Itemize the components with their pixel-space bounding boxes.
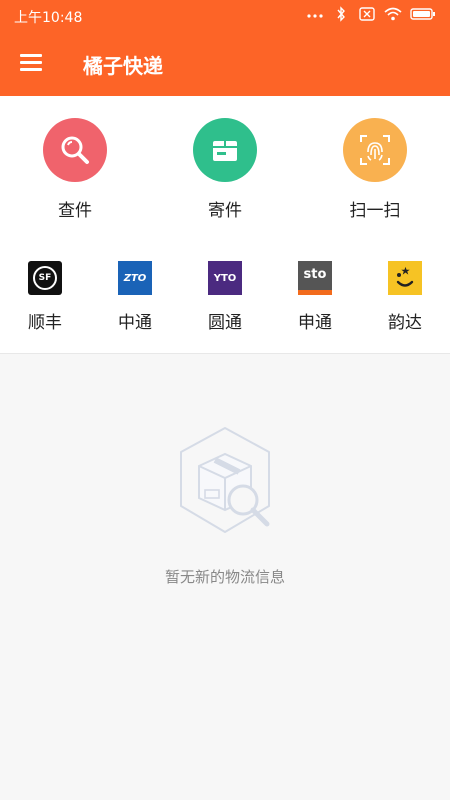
query-button[interactable]: 查件 [20, 118, 130, 228]
sf-logo-text: SF [33, 266, 57, 290]
app-bar: 橘子快递 [0, 32, 450, 96]
sto-logo-icon: sto [298, 261, 332, 295]
dots-icon [307, 14, 323, 18]
sim-icon [359, 7, 375, 21]
courier-sto-label: 申通 [298, 313, 332, 333]
sf-logo-icon: SF [28, 261, 62, 295]
sto-logo-text: sto [303, 266, 327, 282]
yto-logo-icon: YTO [208, 261, 242, 295]
yunda-smile-logo-icon [388, 261, 422, 295]
empty-box-search-icon [180, 427, 270, 533]
battery-icon [410, 8, 435, 20]
quick-actions-panel: 查件 寄件 扫一扫 SF 顺丰 ZTO 中通 YTO 圆通 sto 申通 韵达 [0, 96, 450, 354]
courier-zto[interactable]: ZTO 中通 [95, 261, 175, 333]
menu-icon[interactable] [20, 52, 44, 74]
package-icon [193, 118, 257, 182]
wifi-icon [384, 7, 402, 21]
status-time: 上午10:48 [14, 10, 83, 26]
courier-sf-label: 顺丰 [28, 313, 62, 333]
fingerprint-scan-icon [343, 118, 407, 182]
courier-yunda[interactable]: 韵达 [365, 261, 445, 333]
top-bar: 上午10:48 橘子快递 [0, 0, 450, 96]
courier-sf[interactable]: SF 顺丰 [5, 261, 85, 333]
yto-logo-text: YTO [213, 272, 237, 284]
send-button[interactable]: 寄件 [170, 118, 280, 228]
send-label: 寄件 [208, 201, 242, 221]
courier-yunda-label: 韵达 [388, 313, 422, 333]
empty-state-message: 暂无新的物流信息 [164, 568, 285, 586]
courier-sto[interactable]: sto 申通 [275, 261, 355, 333]
empty-state: 暂无新的物流信息 [0, 420, 450, 587]
status-bar: 上午10:48 [0, 0, 450, 32]
scan-button[interactable]: 扫一扫 [320, 118, 430, 228]
query-label: 查件 [58, 201, 92, 221]
zto-logo-text: ZTO [123, 272, 147, 284]
zto-logo-icon: ZTO [118, 261, 152, 295]
courier-zto-label: 中通 [118, 313, 152, 333]
scan-label: 扫一扫 [349, 201, 401, 221]
app-title: 橘子快递 [83, 54, 163, 78]
courier-yto[interactable]: YTO 圆通 [185, 261, 265, 333]
courier-yto-label: 圆通 [208, 313, 242, 333]
bluetooth-icon [337, 6, 345, 22]
search-icon [43, 118, 107, 182]
status-icons [306, 6, 436, 22]
